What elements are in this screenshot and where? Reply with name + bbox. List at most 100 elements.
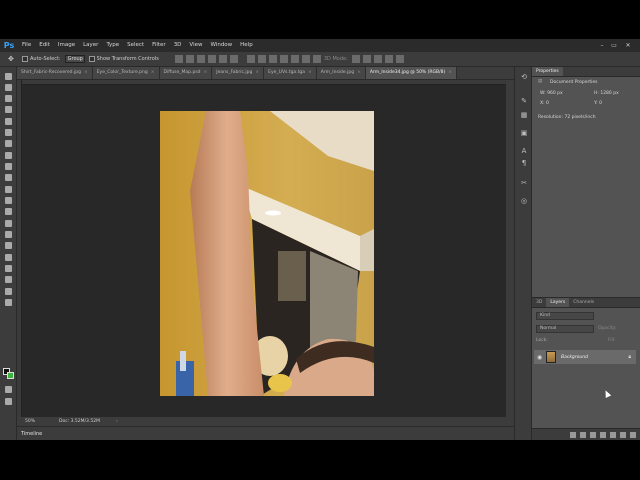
close-icon[interactable]: × <box>357 67 361 79</box>
layer-row-background[interactable]: ◉ Background 🔒︎ <box>534 350 636 364</box>
fx-icon[interactable] <box>580 432 586 438</box>
tab-properties[interactable]: Properties <box>532 67 563 76</box>
distribute-bottom-icon[interactable] <box>268 55 277 63</box>
doc-tab[interactable]: Arm_Inside.jpg × <box>316 67 366 79</box>
clone-stamp-tool-icon[interactable] <box>4 162 13 171</box>
type-tool-icon[interactable] <box>4 241 13 250</box>
close-icon[interactable]: × <box>204 67 208 79</box>
align-top-icon[interactable] <box>174 55 183 63</box>
menu-help[interactable]: Help <box>236 39 257 52</box>
brush-tool-icon[interactable] <box>4 151 13 160</box>
lasso-tool-icon[interactable] <box>4 94 13 103</box>
dodge-tool-icon[interactable] <box>4 219 13 228</box>
close-icon[interactable]: × <box>255 67 259 79</box>
vertical-ruler[interactable] <box>17 80 22 417</box>
paint-bucket-tool-icon[interactable] <box>4 196 13 205</box>
tab-channels[interactable]: Channels <box>569 298 598 307</box>
doc-tab-active[interactable]: Arm_Inside34.jpg @ 50% (RGB/8) × <box>365 67 458 79</box>
menu-select[interactable]: Select <box>123 39 148 52</box>
clone-source-icon[interactable]: ▣ <box>520 129 528 137</box>
healing-brush-tool-icon[interactable] <box>4 139 13 148</box>
3d-pan-icon[interactable] <box>373 55 382 63</box>
tab-layers[interactable]: Layers <box>546 298 570 307</box>
menu-layer[interactable]: Layer <box>79 39 102 52</box>
doc-tab[interactable]: Eye_Color_Texture.png × <box>92 67 160 79</box>
close-icon[interactable]: × <box>448 67 452 79</box>
menu-file[interactable]: File <box>18 39 35 52</box>
auto-select-dropdown[interactable]: Group <box>64 55 85 63</box>
background-color-swatch[interactable] <box>7 372 14 379</box>
vertical-scrollbar[interactable] <box>506 80 514 417</box>
align-left-icon[interactable] <box>207 55 216 63</box>
3d-rotate-icon[interactable] <box>351 55 360 63</box>
3d-roll-icon[interactable] <box>362 55 371 63</box>
menu-window[interactable]: Window <box>206 39 236 52</box>
paragraph-icon[interactable]: ¶ <box>520 159 528 167</box>
trash-icon[interactable] <box>630 432 636 438</box>
menu-3d[interactable]: 3D <box>170 39 186 52</box>
doc-tab[interactable]: Shirt_Fabric-Recovered.jpg × <box>17 67 93 79</box>
x-field[interactable]: X: 0 <box>540 101 549 106</box>
brush-panel-icon[interactable]: ✎ <box>520 97 528 105</box>
close-icon[interactable]: × <box>84 67 88 79</box>
shape-tool-icon[interactable] <box>4 264 13 273</box>
document-image[interactable] <box>160 111 374 396</box>
zoom-tool-icon[interactable] <box>4 287 13 296</box>
close-icon[interactable]: × <box>151 67 155 79</box>
close-button[interactable]: ✕ <box>622 39 634 52</box>
eraser-tool-icon[interactable] <box>4 185 13 194</box>
align-vcenter-icon[interactable] <box>185 55 194 63</box>
link-layers-icon[interactable] <box>570 432 576 438</box>
path-select-tool-icon[interactable] <box>4 253 13 262</box>
distribute-right-icon[interactable] <box>301 55 310 63</box>
distribute-hcenter-icon[interactable] <box>290 55 299 63</box>
horizontal-ruler[interactable] <box>17 80 506 85</box>
menu-image[interactable]: Image <box>54 39 79 52</box>
distribute-left-icon[interactable] <box>279 55 288 63</box>
tab-3d[interactable]: 3D <box>532 298 546 307</box>
hand-tool-icon[interactable] <box>4 275 13 284</box>
align-bottom-icon[interactable] <box>196 55 205 63</box>
doc-tab[interactable]: Eye_UVs.tga.tga × <box>264 67 317 79</box>
distribute-vcenter-icon[interactable] <box>257 55 266 63</box>
y-field[interactable]: Y: 0 <box>594 101 602 106</box>
timeline-panel[interactable]: Timeline <box>17 426 514 440</box>
eyedropper-tool-icon[interactable] <box>4 128 13 137</box>
align-right-icon[interactable] <box>229 55 238 63</box>
align-hcenter-icon[interactable] <box>218 55 227 63</box>
doc-tab[interactable]: Diffuse_Map.psd × <box>159 67 213 79</box>
3d-scale-icon[interactable] <box>395 55 404 63</box>
auto-align-icon[interactable] <box>312 55 321 63</box>
menu-edit[interactable]: Edit <box>35 39 54 52</box>
marquee-tool-icon[interactable] <box>4 83 13 92</box>
folder-icon[interactable] <box>610 432 616 438</box>
tool-presets-icon[interactable]: ✂ <box>520 179 528 187</box>
character-icon[interactable]: A <box>520 147 528 155</box>
more-tools-icon[interactable] <box>4 298 13 307</box>
maximize-button[interactable]: ▭ <box>608 39 620 52</box>
menu-filter[interactable]: Filter <box>148 39 170 52</box>
pen-tool-icon[interactable] <box>4 230 13 239</box>
doc-tab[interactable]: Jeans_Fabric.jpg × <box>212 67 265 79</box>
brush-presets-icon[interactable]: ▦ <box>520 111 528 119</box>
transform-controls-checkbox[interactable] <box>88 56 95 62</box>
status-arrow-icon[interactable]: › <box>116 417 118 426</box>
history-brush-tool-icon[interactable] <box>4 173 13 182</box>
blend-mode-dropdown[interactable]: Normal <box>536 325 594 333</box>
3d-slide-icon[interactable] <box>384 55 393 63</box>
minimize-button[interactable]: – <box>596 39 608 52</box>
height-field[interactable]: H: 1280 px <box>594 91 619 96</box>
blur-tool-icon[interactable] <box>4 207 13 216</box>
3d-icon[interactable]: ◎ <box>520 197 528 205</box>
crop-tool-icon[interactable] <box>4 117 13 126</box>
adjustment-layer-icon[interactable] <box>600 432 606 438</box>
screen-mode-icon[interactable] <box>4 397 13 406</box>
close-icon[interactable]: × <box>308 67 312 79</box>
zoom-level[interactable]: 50% <box>25 417 35 426</box>
auto-select-checkbox[interactable] <box>22 56 28 62</box>
history-icon[interactable]: ⟲ <box>520 73 528 81</box>
quick-mask-icon[interactable] <box>4 385 13 394</box>
layer-filter-dropdown[interactable]: Kind <box>536 312 594 320</box>
move-tool-icon[interactable]: ✥ <box>8 55 16 63</box>
distribute-top-icon[interactable] <box>246 55 255 63</box>
